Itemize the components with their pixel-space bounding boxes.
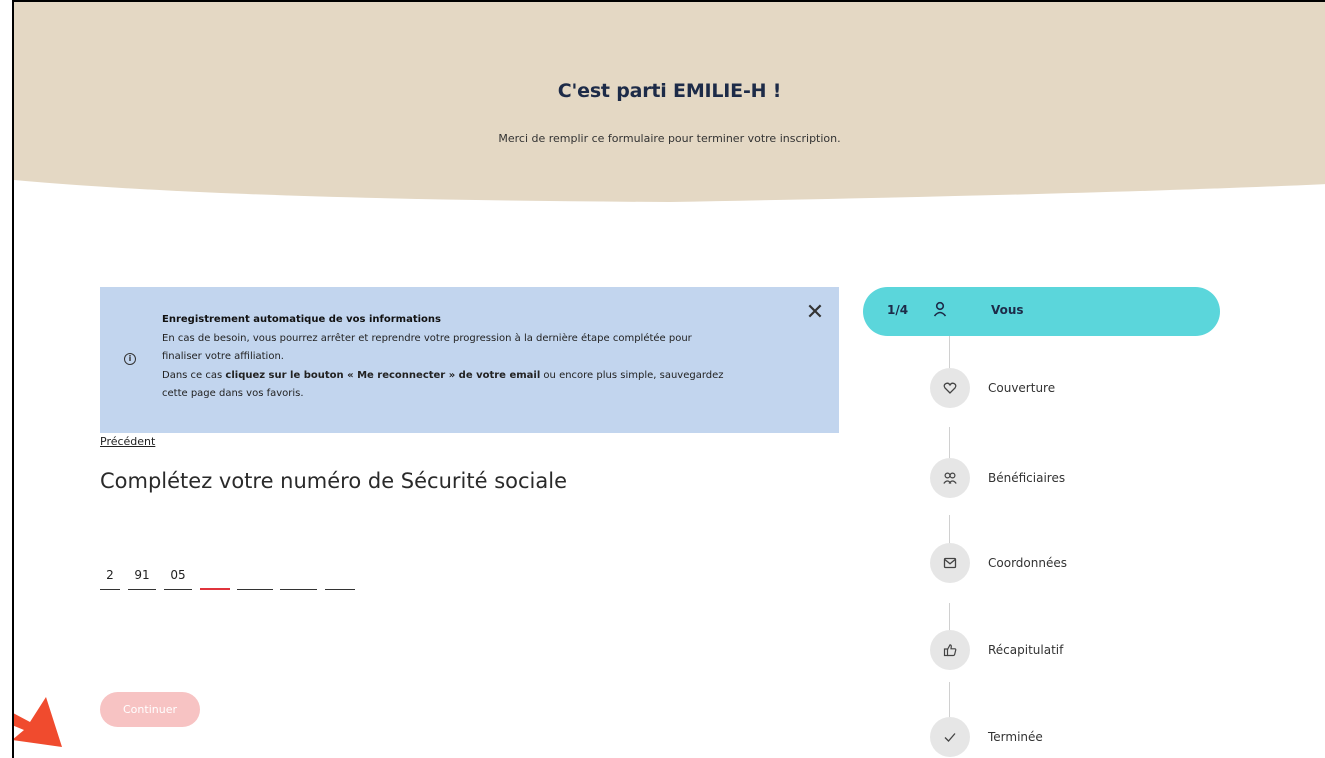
stepper-connector	[949, 682, 950, 720]
notice-heading: Enregistrement automatique de vos inform…	[162, 314, 441, 325]
notice-text-segment: ou encore plus simple, sauvegardez	[540, 369, 724, 381]
notice-text: Enregistrement automatique de vos inform…	[162, 311, 802, 404]
notice-bold-instruction: cliquez sur le bouton « Me reconnecter »…	[225, 369, 541, 381]
progress-stepper: 1/4 Vous Couverture Bénéficiaires Coordo…	[863, 287, 1223, 758]
ssn-segment-department[interactable]	[200, 564, 230, 590]
step-icon-circle	[930, 458, 970, 498]
info-icon: i	[124, 353, 136, 365]
header-banner: C'est parti EMILIE-H ! Merci de remplir …	[14, 2, 1325, 212]
step-icon-circle	[930, 368, 970, 408]
autosave-notice: i ✕ Enregistrement automatique de vos in…	[100, 287, 839, 433]
mail-icon	[943, 557, 957, 569]
notice-line: En cas de besoin, vous pourrez arrêter e…	[162, 332, 692, 344]
notice-line: Dans ce cas cliquez sur le bouton « Me r…	[162, 367, 802, 386]
notice-line: finaliser votre affiliation.	[162, 351, 284, 362]
close-notice-button[interactable]: ✕	[805, 302, 825, 324]
ssn-segment-sex[interactable]: 2	[100, 564, 120, 590]
ssn-segment-commune[interactable]	[237, 564, 273, 590]
page-heading: C'est parti EMILIE-H !	[557, 80, 782, 102]
ssn-segment-order[interactable]	[280, 564, 317, 590]
step-icon-circle	[930, 630, 970, 670]
form-title: Complétez votre numéro de Sécurité socia…	[100, 469, 567, 493]
users-icon	[943, 472, 957, 484]
page-subheading: Merci de remplir ce formulaire pour term…	[498, 132, 841, 145]
heart-icon	[943, 382, 957, 394]
step-label: Coordonnées	[988, 556, 1067, 570]
ssn-segment-month[interactable]: 05	[164, 564, 192, 590]
step-couverture[interactable]: Couverture	[863, 368, 1220, 410]
ssn-segment-key[interactable]	[325, 564, 355, 590]
step-icon-circle	[930, 543, 970, 583]
step-label: Couverture	[988, 381, 1056, 395]
step-icon-circle	[930, 717, 970, 757]
step-label: Bénéficiaires	[988, 471, 1066, 485]
annotation-arrow	[14, 697, 62, 747]
step-recapitulatif[interactable]: Récapitulatif	[863, 630, 1220, 672]
user-icon	[933, 301, 947, 317]
header-background	[14, 2, 1325, 202]
step-counter: 1/4	[887, 303, 909, 317]
ssn-segment-year[interactable]: 91	[128, 564, 156, 590]
page-frame: C'est parti EMILIE-H ! Merci de remplir …	[12, 0, 1325, 758]
step-terminee[interactable]: Terminée	[863, 717, 1220, 758]
notice-line: cette page dans vos favoris.	[162, 388, 304, 399]
check-icon	[944, 733, 956, 742]
continue-button[interactable]: Continuer	[100, 692, 200, 727]
thumbs-up-icon	[943, 644, 957, 657]
step-label: Terminée	[988, 730, 1043, 744]
notice-text-segment: Dans ce cas	[162, 369, 226, 381]
step-coordonnees[interactable]: Coordonnées	[863, 543, 1220, 585]
step-label: Récapitulatif	[988, 643, 1064, 657]
step-vous[interactable]: 1/4 Vous	[863, 287, 1220, 336]
step-beneficiaires[interactable]: Bénéficiaires	[863, 458, 1220, 500]
step-label: Vous	[991, 303, 1024, 317]
previous-link[interactable]: Précédent	[100, 435, 155, 448]
